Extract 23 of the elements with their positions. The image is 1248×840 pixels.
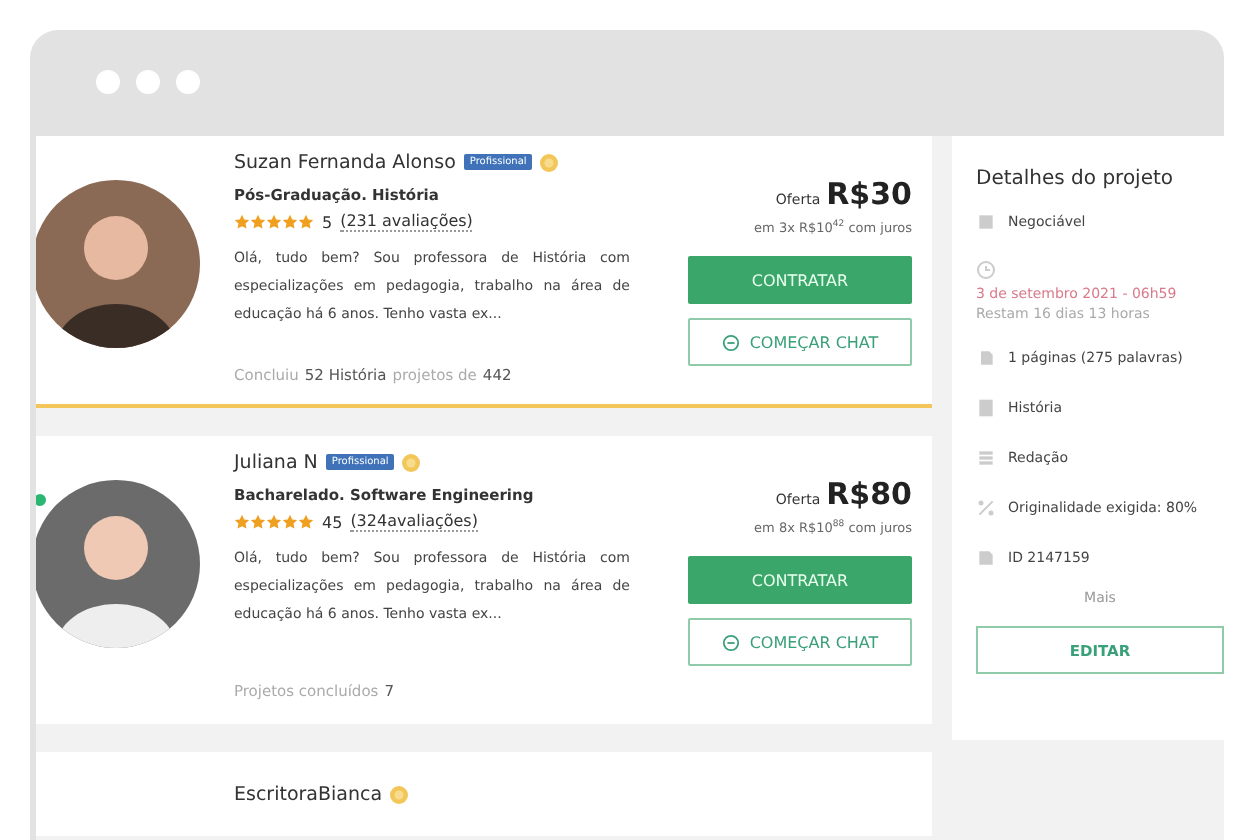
page-icon: [976, 348, 996, 368]
chat-icon: [721, 633, 740, 652]
clock-icon: [976, 260, 996, 280]
rating-score: 5: [322, 213, 333, 231]
window-dot-icon: [136, 70, 160, 94]
reviews-link[interactable]: (324avaliações): [350, 512, 478, 532]
rating-score: 45: [322, 513, 343, 531]
hire-button[interactable]: CONTRATAR: [688, 556, 912, 605]
percent-icon: [976, 498, 996, 518]
price: R$80: [826, 476, 912, 512]
price: R$30: [826, 176, 912, 212]
panel-title: Detalhes do projeto: [976, 168, 1176, 190]
hire-button[interactable]: CONTRATAR: [688, 256, 912, 305]
window-dot-icon: [176, 70, 200, 94]
chat-button[interactable]: COMEÇAR CHAT: [688, 618, 912, 667]
chat-button[interactable]: COMEÇAR CHAT: [688, 318, 912, 367]
freelancer-name[interactable]: EscritoraBianca: [234, 783, 383, 805]
freelancer-name[interactable]: Juliana N: [234, 451, 318, 473]
document-icon: [976, 548, 996, 568]
chat-icon: [721, 333, 740, 352]
window-dot-icon: [96, 70, 120, 94]
freelancer-name[interactable]: Suzan Fernanda Alonso: [234, 151, 456, 173]
reviews-link[interactable]: (231 avaliações): [340, 212, 473, 232]
